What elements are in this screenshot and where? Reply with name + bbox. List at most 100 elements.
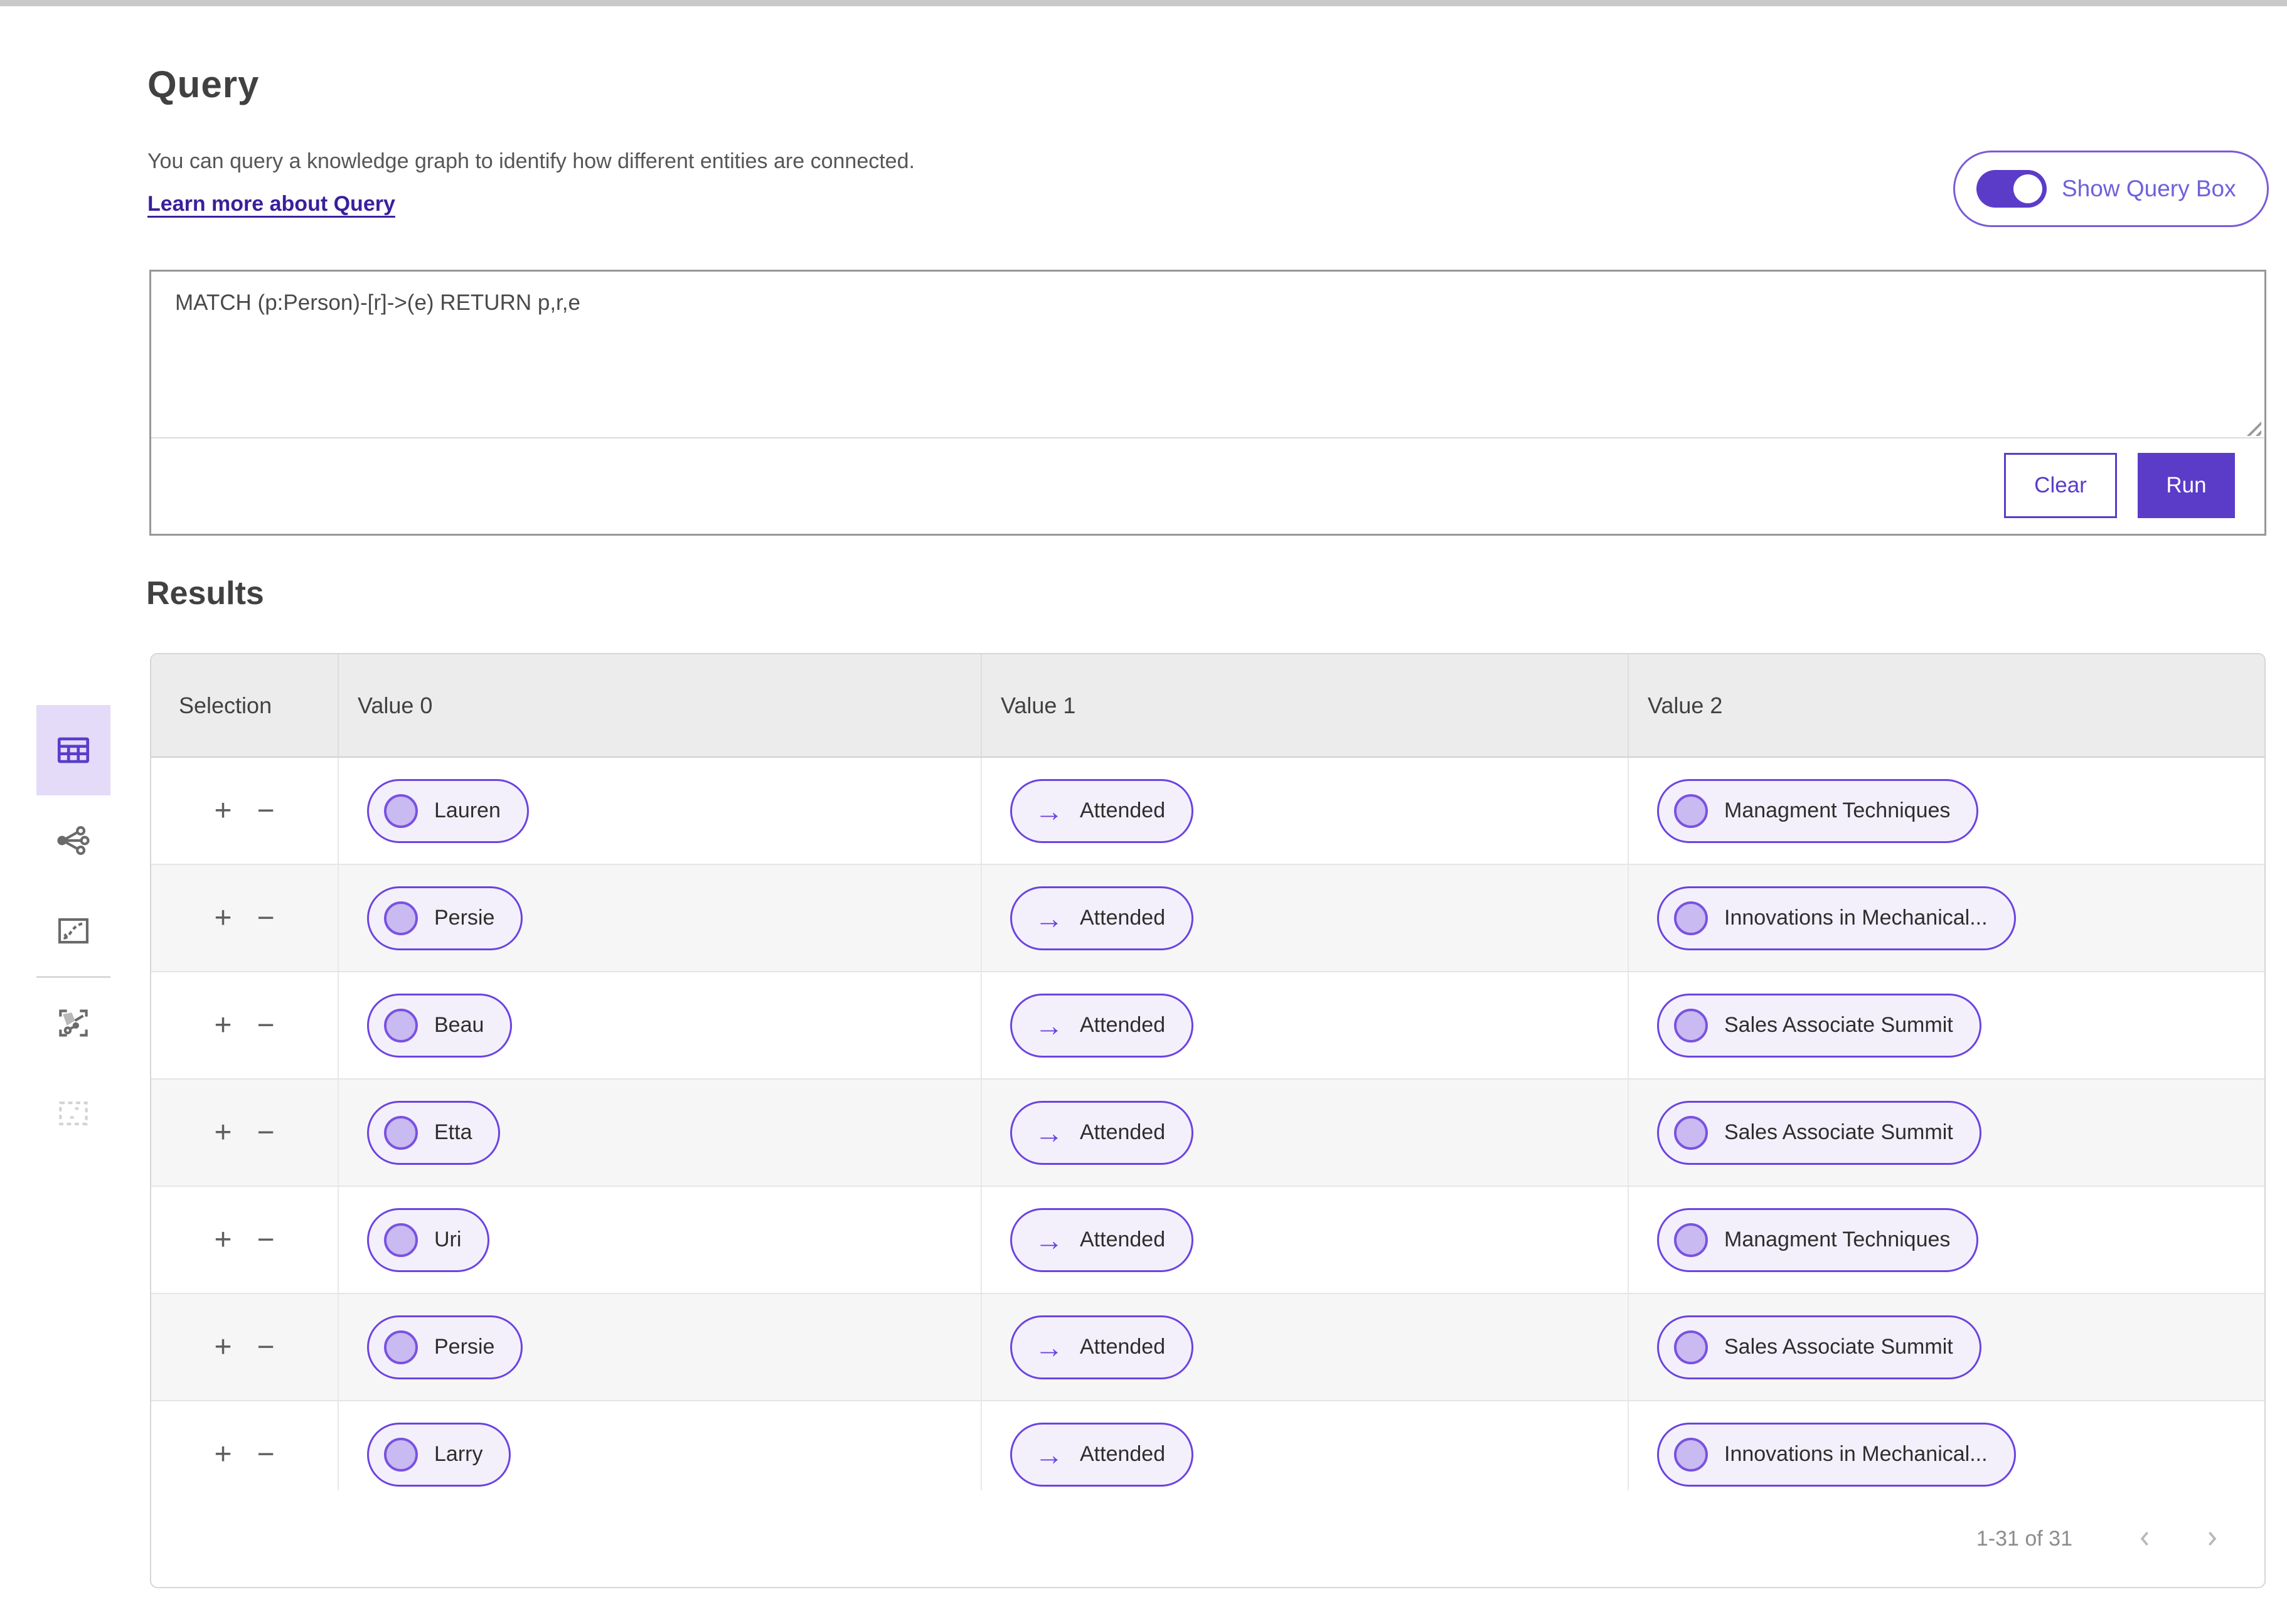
entity-chip[interactable]: Larry (367, 1423, 511, 1487)
value1-cell: →Attended (982, 1187, 1629, 1293)
column-header-value0: Value 0 (339, 654, 982, 756)
edge-chip[interactable]: →Attended (1010, 1101, 1193, 1165)
column-header-value1: Value 1 (982, 654, 1629, 756)
run-button[interactable]: Run (2138, 453, 2235, 518)
view-switcher-sidebar (36, 705, 110, 1159)
add-selection-button[interactable]: + (214, 1332, 232, 1362)
selection-cell: + − (151, 1187, 339, 1293)
add-selection-button[interactable]: + (214, 1118, 232, 1148)
edge-chip[interactable]: →Attended (1010, 886, 1193, 950)
column-header-selection: Selection (151, 654, 339, 756)
entity-label: Beau (434, 1013, 484, 1038)
chevron-left-icon (2135, 1528, 2156, 1549)
toggle-on-icon[interactable] (1976, 170, 2047, 208)
table-row: + − Persie →Attended Innovations in Mech… (151, 865, 2264, 972)
entity-label: Uri (434, 1228, 461, 1252)
table-row: + − Lauren → Attended Managment Technique… (151, 758, 2264, 865)
toggle-label: Show Query Box (2062, 176, 2236, 202)
add-selection-button[interactable]: + (214, 1440, 232, 1470)
entity-chip[interactable]: Sales Associate Summit (1657, 994, 1981, 1058)
remove-selection-button[interactable]: − (257, 1440, 275, 1470)
show-query-box-toggle[interactable]: Show Query Box (1953, 151, 2269, 227)
entity-label: Sales Associate Summit (1724, 1120, 1953, 1145)
entity-chip[interactable]: Etta (367, 1101, 500, 1165)
entity-chip[interactable]: Sales Associate Summit (1657, 1101, 1981, 1165)
selection-cell: + − (151, 972, 339, 1078)
value2-cell: Sales Associate Summit (1629, 1294, 2264, 1400)
value2-cell: Innovations in Mechanical... (1629, 865, 2264, 971)
query-text-input[interactable]: MATCH (p:Person)-[r]->(e) RETURN p,r,e (151, 272, 2264, 438)
toggle-knob (2013, 174, 2042, 203)
entity-chip[interactable]: Sales Associate Summit (1657, 1315, 1981, 1379)
value0-cell: Beau (339, 972, 982, 1078)
entity-label: Managment Techniques (1724, 1228, 1950, 1252)
edge-chip[interactable]: →Attended (1010, 1315, 1193, 1379)
next-page-button[interactable] (2199, 1526, 2224, 1551)
edge-label: Attended (1080, 1228, 1165, 1252)
value1-cell: → Attended (982, 1401, 1629, 1490)
edge-label: Attended (1080, 1442, 1165, 1467)
edge-chip[interactable]: → Attended (1010, 1423, 1193, 1487)
sidebar-item-widget-view-disabled[interactable] (36, 1068, 110, 1159)
value2-cell: Sales Associate Summit (1629, 1080, 2264, 1186)
entity-chip[interactable]: Beau (367, 994, 512, 1058)
node-icon (1674, 1223, 1708, 1257)
value2-cell: Managment Techniques (1629, 1187, 2264, 1293)
entity-label: Persie (434, 1335, 494, 1359)
node-icon (384, 1009, 418, 1043)
value0-cell: Etta (339, 1080, 982, 1186)
selection-cell: + − (151, 758, 339, 864)
graph-view-icon (54, 821, 93, 860)
entity-chip[interactable]: Managment Techniques (1657, 779, 1978, 843)
sidebar-item-table-view[interactable] (36, 705, 110, 795)
entity-chip[interactable]: Persie (367, 1315, 523, 1379)
learn-more-link[interactable]: Learn more about Query (147, 192, 395, 216)
arrow-right-icon: → (1027, 1440, 1064, 1469)
edge-label: Attended (1080, 799, 1165, 823)
remove-selection-button[interactable]: − (257, 1332, 275, 1362)
add-selection-button[interactable]: + (214, 1011, 232, 1041)
entity-label: Lauren (434, 799, 501, 823)
selection-cell: + − (151, 865, 339, 971)
selection-cell: + − (151, 1080, 339, 1186)
node-icon (1674, 794, 1708, 828)
node-icon (1674, 901, 1708, 935)
remove-selection-button[interactable]: − (257, 1118, 275, 1148)
previous-page-button[interactable] (2133, 1526, 2158, 1551)
edge-chip[interactable]: → Attended (1010, 994, 1193, 1058)
arrow-right-icon: → (1027, 1118, 1064, 1147)
add-selection-button[interactable]: + (214, 1225, 232, 1255)
results-table: Selection Value 0 Value 1 Value 2 + − La… (150, 653, 2266, 1588)
remove-selection-button[interactable]: − (257, 1011, 275, 1041)
add-selection-button[interactable]: + (214, 796, 232, 826)
add-selection-button[interactable]: + (214, 903, 232, 933)
entity-chip[interactable]: Managment Techniques (1657, 1208, 1978, 1272)
entity-chip[interactable]: Persie (367, 886, 523, 950)
arrow-right-icon: → (1027, 1011, 1064, 1040)
page-title: Query (147, 63, 259, 106)
sidebar-item-graph-view[interactable] (36, 795, 110, 886)
value2-cell: Innovations in Mechanical... (1629, 1401, 2264, 1490)
table-row: + − Uri →Attended Managment Techniques (151, 1187, 2264, 1294)
edge-chip[interactable]: →Attended (1010, 1208, 1193, 1272)
clear-button[interactable]: Clear (2004, 453, 2117, 518)
table-row: + − Beau → Attended Sales Associate Summi… (151, 972, 2264, 1080)
arrow-right-icon: → (1027, 797, 1064, 825)
node-icon (1674, 1116, 1708, 1150)
entity-label: Persie (434, 906, 494, 930)
edge-chip[interactable]: → Attended (1010, 779, 1193, 843)
entity-chip[interactable]: Uri (367, 1208, 489, 1272)
value1-cell: → Attended (982, 972, 1629, 1078)
entity-chip[interactable]: Lauren (367, 779, 529, 843)
entity-chip[interactable]: Innovations in Mechanical... (1657, 1423, 2016, 1487)
entity-chip[interactable]: Innovations in Mechanical... (1657, 886, 2016, 950)
sidebar-item-graph-snapshot[interactable] (36, 978, 110, 1068)
remove-selection-button[interactable]: − (257, 1225, 275, 1255)
edge-label: Attended (1080, 1335, 1165, 1359)
remove-selection-button[interactable]: − (257, 796, 275, 826)
remove-selection-button[interactable]: − (257, 903, 275, 933)
edge-label: Attended (1080, 1013, 1165, 1038)
arrow-right-icon: → (1027, 904, 1064, 933)
value0-cell: Persie (339, 865, 982, 971)
sidebar-item-route-view[interactable] (36, 886, 110, 976)
